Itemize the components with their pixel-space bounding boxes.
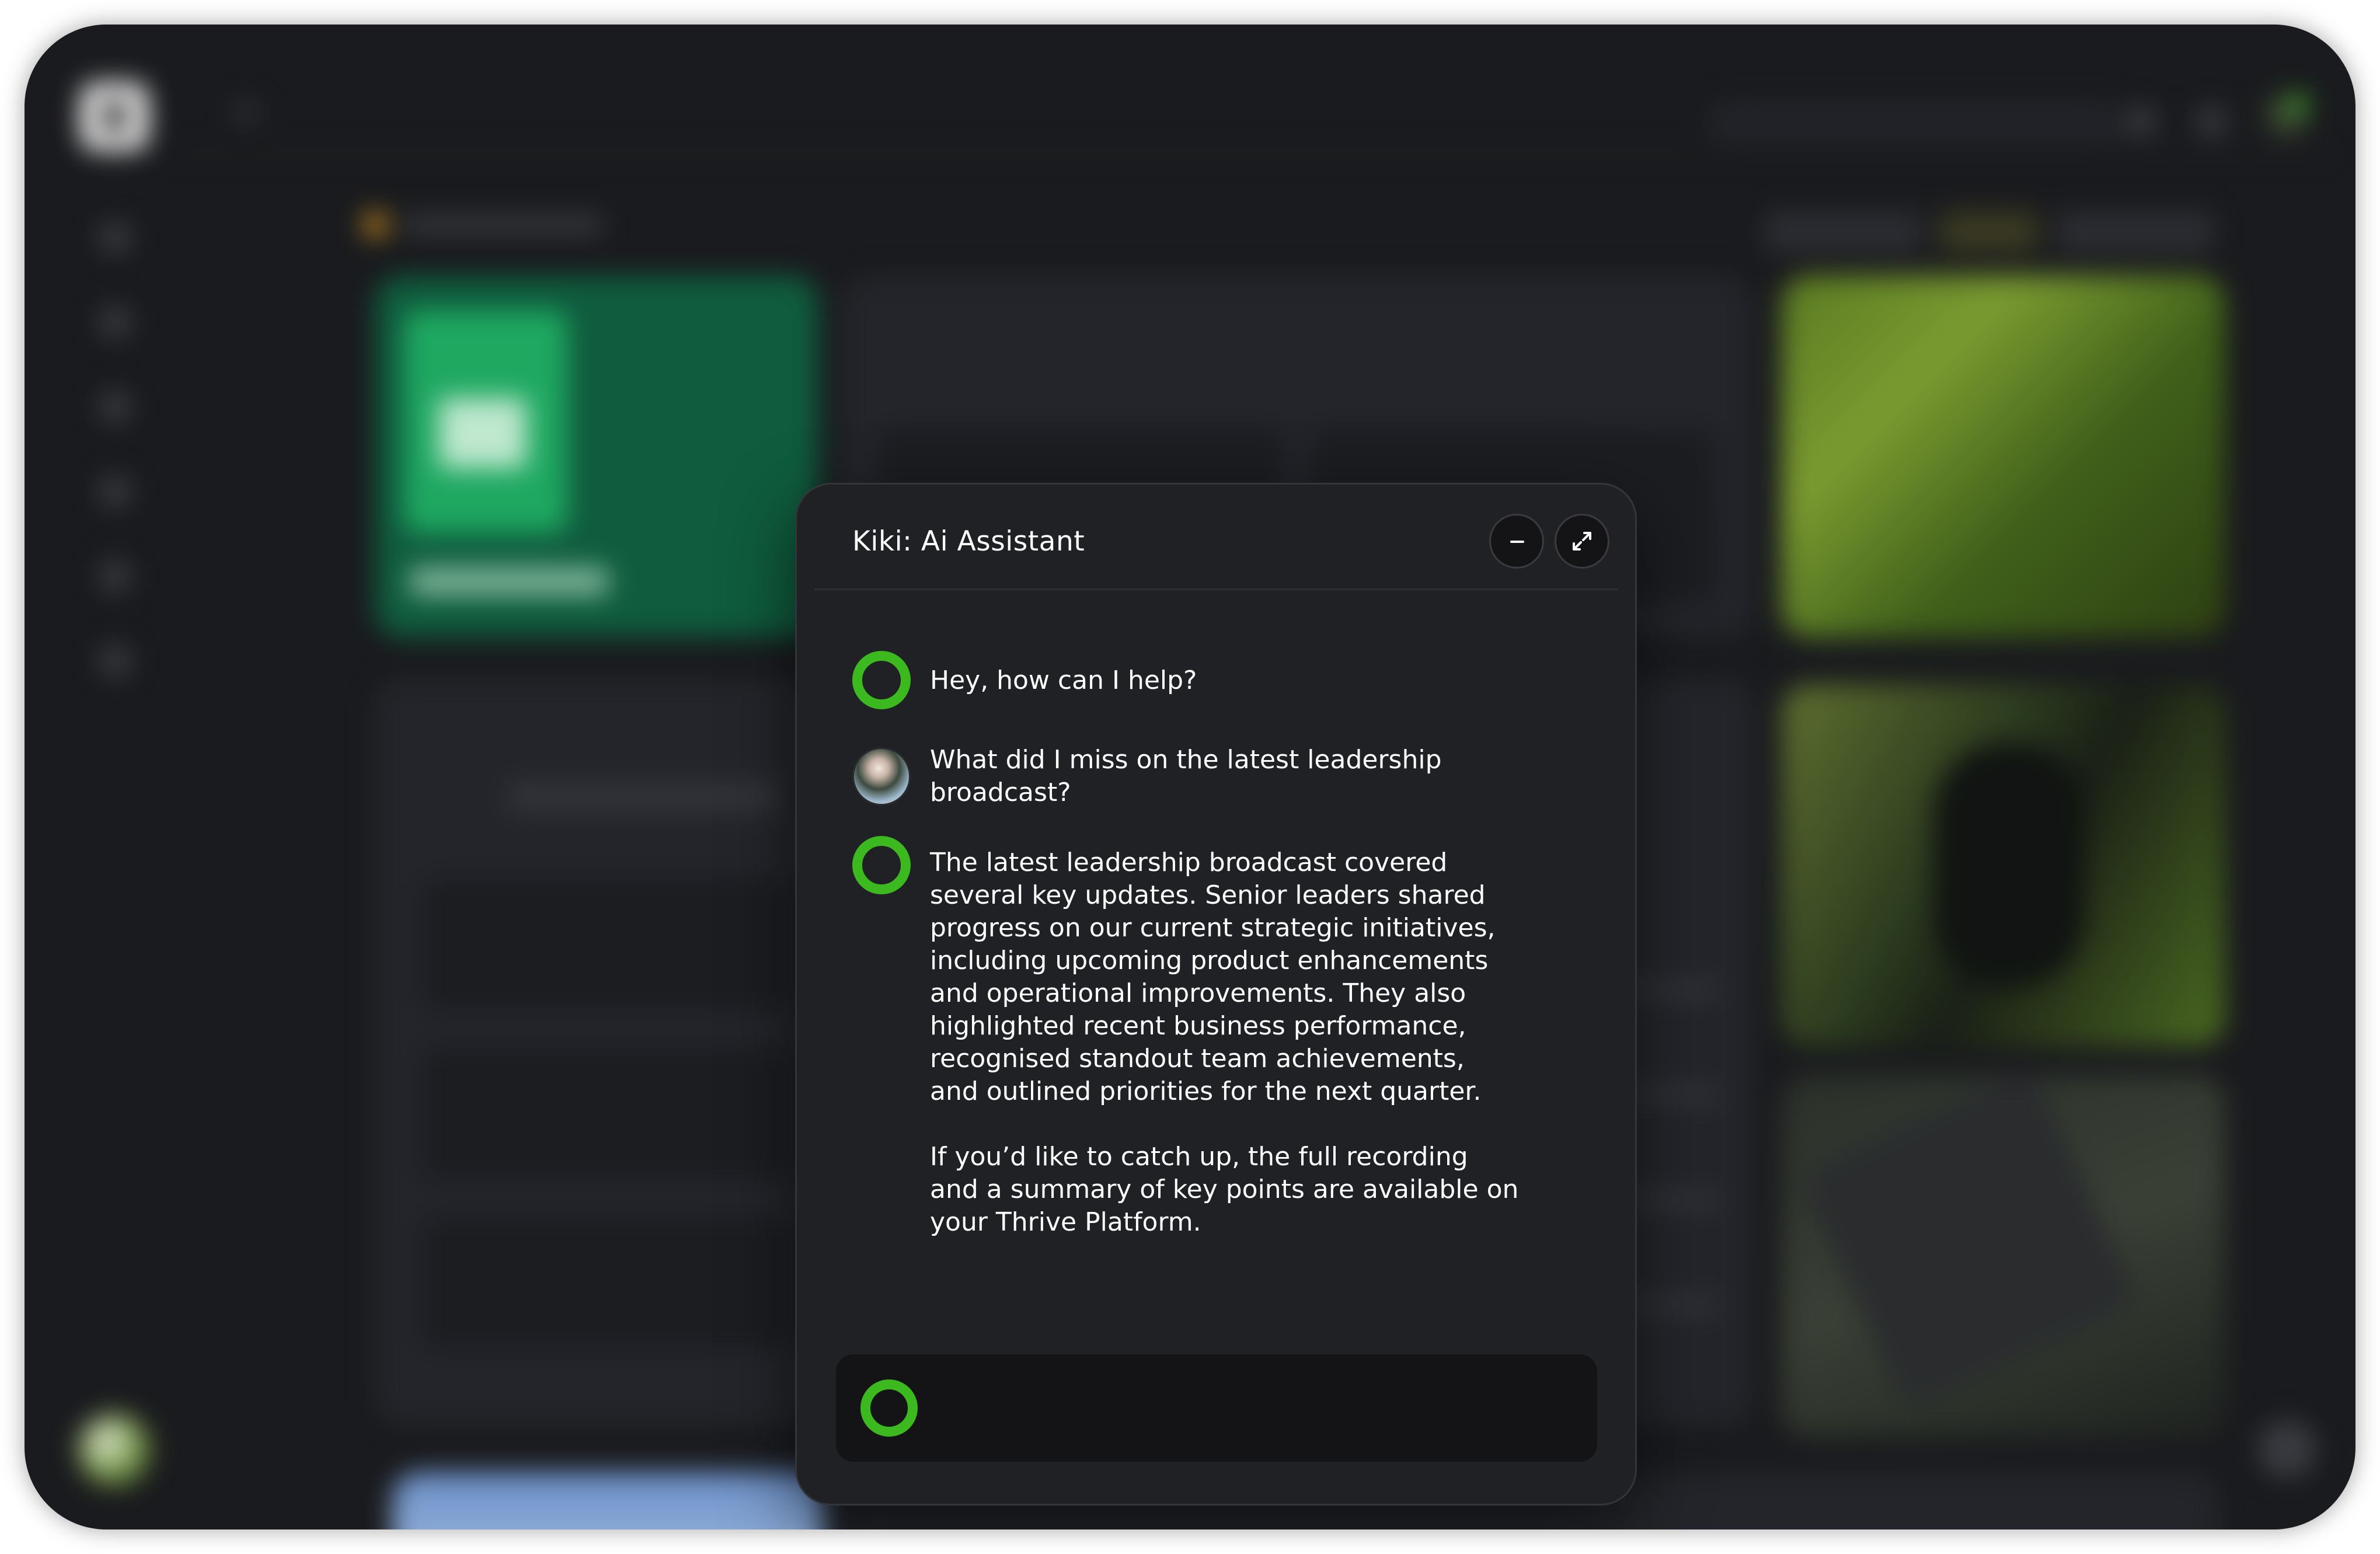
top-bar-icon[interactable] xyxy=(2126,106,2156,137)
header-action[interactable] xyxy=(1939,211,2038,252)
spreadsheet-icon xyxy=(404,311,567,532)
header-action[interactable] xyxy=(2056,211,2214,252)
expand-arrows-icon xyxy=(1573,532,1591,550)
sidebar-nav-icon[interactable] xyxy=(100,308,130,337)
assistant-logo-icon xyxy=(860,1379,918,1437)
assistant-avatar-icon xyxy=(852,836,911,894)
breadcrumb-icon xyxy=(363,212,388,237)
sidebar-nav-icon[interactable] xyxy=(100,477,130,506)
help-button[interactable] xyxy=(2258,1420,2316,1478)
message-text: The latest leadership broadcast covered … xyxy=(930,846,1520,1239)
top-divider xyxy=(170,152,2330,154)
search-input[interactable] xyxy=(1706,100,2126,144)
avatar xyxy=(852,747,911,806)
ai-assistant-panel: Kiki: Ai Assistant Hey, how can I help? … xyxy=(795,483,1637,1506)
app-logo[interactable] xyxy=(81,83,148,151)
feed-item[interactable] xyxy=(421,1046,795,1180)
map-card[interactable] xyxy=(392,1472,824,1529)
assistant-avatar-icon xyxy=(852,651,911,709)
feed-item[interactable] xyxy=(421,1215,795,1350)
feed-item[interactable] xyxy=(421,877,795,1011)
top-bar-icon[interactable] xyxy=(2196,106,2226,137)
notification-icon[interactable] xyxy=(2266,95,2307,135)
expand-button[interactable] xyxy=(1555,514,1609,569)
breadcrumb xyxy=(404,216,602,234)
chat-input[interactable] xyxy=(941,1378,1574,1440)
panel-divider xyxy=(814,588,1618,590)
message-text: Hey, how can I help? xyxy=(930,665,1197,695)
sidebar-nav-icon[interactable] xyxy=(100,392,130,421)
panel-title: Kiki: Ai Assistant xyxy=(852,525,1085,558)
chat-input-box[interactable] xyxy=(836,1354,1597,1462)
back-chevron-icon[interactable] xyxy=(235,100,258,124)
app-window: Kiki: Ai Assistant Hey, how can I help? … xyxy=(25,25,2355,1529)
message-paragraph: If you’d like to catch up, the full reco… xyxy=(930,1142,1519,1237)
landscape-image[interactable] xyxy=(1782,276,2225,637)
message-paragraph: The latest leadership broadcast covered … xyxy=(930,848,1496,1106)
sidebar-nav-icon[interactable] xyxy=(100,646,130,675)
person-image[interactable] xyxy=(1782,684,2225,1046)
header-action[interactable] xyxy=(1764,211,1922,252)
sidebar-nav-icon[interactable] xyxy=(100,223,130,252)
product-image[interactable] xyxy=(1782,1075,2225,1437)
sidebar-nav-icon[interactable] xyxy=(100,562,130,591)
avatar[interactable] xyxy=(78,1414,151,1486)
feed-title xyxy=(509,783,778,810)
minimize-button[interactable] xyxy=(1489,514,1544,569)
message-text: What did I miss on the latest leadership… xyxy=(930,745,1442,807)
card-title xyxy=(410,567,608,595)
